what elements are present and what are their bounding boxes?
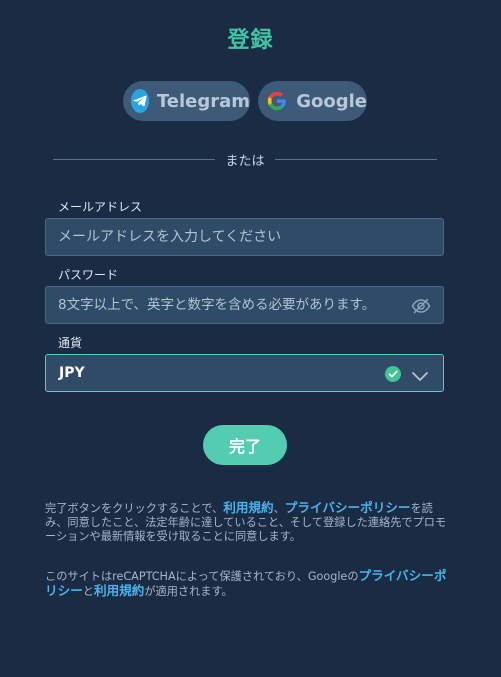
page-title: 登録 [227,28,274,53]
telegram-label: Telegram [156,90,250,112]
terms-text-part1: 完了ボタンをクリックすることで、 [45,502,224,515]
email-label: メールアドレス [58,200,143,214]
divider-line-right [275,159,437,160]
chevron-down-icon [411,368,429,381]
or-divider: または [53,150,437,169]
email-field-wrapper [45,218,444,256]
eye-slash-icon[interactable] [411,296,431,316]
password-label: パスワード [58,268,119,282]
google-icon [266,89,288,113]
password-input[interactable] [46,287,443,323]
check-circle-icon [385,366,401,382]
complete-button[interactable]: 完了 [203,425,287,465]
terms-separator: 、 [273,502,285,515]
currency-value: JPY [59,365,85,381]
google-login-button[interactable]: Google [258,81,367,121]
telegram-icon [131,89,149,113]
currency-select[interactable]: JPY [45,354,444,392]
recaptcha-text-part1: このサイトはreCAPTCHAによって保護されており、Googleの [45,570,359,583]
recaptcha-terms-link[interactable]: 利用規約 [94,583,144,598]
recaptcha-text: このサイトはreCAPTCHAによって保護されており、Googleのプライバシー… [45,569,455,599]
recaptcha-text-part3: が適用されます。 [144,585,233,598]
terms-of-use-link[interactable]: 利用規約 [223,500,273,515]
password-field-wrapper [45,286,444,324]
recaptcha-text-part2: と [82,585,94,598]
google-label: Google [296,90,367,112]
terms-text: 完了ボタンをクリックすることで、利用規約、プライバシーポリシーを読み、同意したこ… [45,501,455,544]
privacy-policy-link[interactable]: プライバシーポリシー [285,500,411,515]
email-input[interactable] [46,219,443,255]
currency-label: 通貨 [58,336,83,350]
telegram-login-button[interactable]: Telegram [123,81,250,121]
